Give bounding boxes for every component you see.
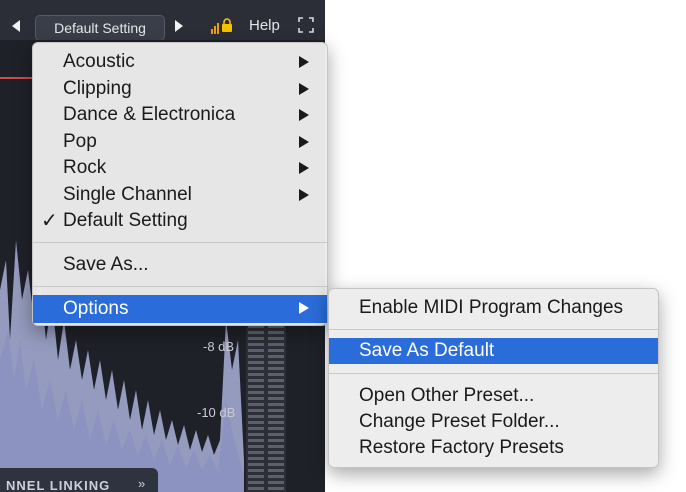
help-button[interactable]: Help (249, 17, 280, 34)
menu-item-dance-electronica[interactable]: Dance & Electronica (33, 102, 327, 128)
menu-item-save-as-default[interactable]: Save As Default (329, 338, 658, 364)
menu-item-options[interactable]: Options (33, 295, 327, 323)
menu-item-label: Clipping (63, 78, 132, 99)
preset-selector-button[interactable]: Default Setting (35, 15, 165, 41)
submenu-arrow-icon (299, 56, 309, 68)
fullscreen-icon[interactable] (298, 17, 314, 33)
menu-item-label: Dance & Electronica (63, 104, 236, 125)
menu-item-label: Save As... (63, 254, 149, 275)
lock-icon[interactable] (221, 18, 233, 32)
menu-item-change-preset-folder[interactable]: Change Preset Folder... (329, 409, 658, 435)
menu-separator (329, 329, 658, 330)
next-preset-arrow-icon[interactable] (175, 20, 183, 32)
plugin-toolbar: Default Setting Help (0, 0, 325, 41)
menu-item-label: Enable MIDI Program Changes (359, 297, 624, 318)
submenu-arrow-icon (299, 83, 309, 95)
submenu-arrow-icon (299, 302, 309, 314)
level-meter (246, 325, 286, 492)
db-scale-label: -10 dB (197, 405, 236, 420)
db-scale-label: -8 dB (203, 339, 235, 354)
menu-item-label: Acoustic (63, 51, 135, 72)
menu-item-label: Rock (63, 157, 107, 178)
options-submenu: Enable MIDI Program Changes Save As Defa… (328, 288, 659, 468)
menu-item-clipping[interactable]: Clipping (33, 76, 327, 102)
submenu-arrow-icon (299, 162, 309, 174)
menu-item-label: Restore Factory Presets (359, 437, 564, 458)
menu-item-label: Pop (63, 131, 97, 152)
submenu-arrow-icon (299, 109, 309, 121)
previous-preset-arrow-icon[interactable] (12, 20, 20, 32)
menu-separator (33, 286, 327, 287)
menu-item-rock[interactable]: Rock (33, 155, 327, 181)
submenu-arrow-icon (299, 136, 309, 148)
menu-item-label: Open Other Preset... (359, 385, 535, 406)
menu-item-open-other-preset[interactable]: Open Other Preset... (329, 383, 658, 409)
menu-item-label: Single Channel (63, 184, 192, 205)
menu-item-label: Options (63, 298, 129, 319)
menu-item-label: Save As Default (359, 340, 495, 361)
menu-item-label: Change Preset Folder... (359, 411, 560, 432)
menu-item-pop[interactable]: Pop (33, 129, 327, 155)
submenu-arrow-icon (299, 189, 309, 201)
menu-item-enable-midi-program-changes[interactable]: Enable MIDI Program Changes (329, 295, 658, 321)
menu-item-save-as[interactable]: Save As... (33, 252, 327, 278)
preset-menu: Acoustic Clipping Dance & Electronica Po… (32, 42, 328, 326)
menu-item-restore-factory-presets[interactable]: Restore Factory Presets (329, 435, 658, 461)
menu-separator (329, 373, 658, 374)
menu-item-single-channel[interactable]: Single Channel (33, 182, 327, 208)
menu-separator (33, 242, 327, 243)
checkmark-icon: ✓ (41, 210, 58, 232)
menu-item-acoustic[interactable]: Acoustic (33, 49, 327, 75)
channel-linking-label: NNEL LINKING (6, 478, 111, 492)
menu-item-default-setting[interactable]: ✓ Default Setting (33, 208, 327, 234)
menu-item-label: Default Setting (63, 210, 188, 231)
double-chevron-icon[interactable]: » (138, 476, 145, 491)
